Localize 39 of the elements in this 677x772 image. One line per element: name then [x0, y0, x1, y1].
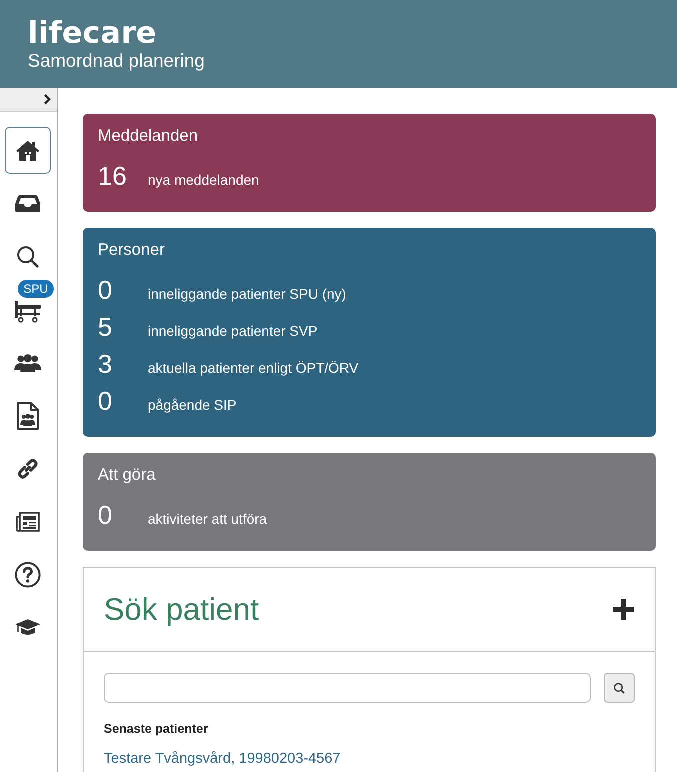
- search-icon: [614, 682, 625, 694]
- ward-badge: SPU: [18, 280, 54, 298]
- count-label: nya meddelanden: [148, 171, 260, 190]
- app-logo: lifecare: [28, 19, 157, 49]
- sidebar-item[interactable]: SPU: [5, 279, 55, 336]
- search-icon: [17, 246, 39, 268]
- count-label: pågående SIP: [148, 396, 237, 415]
- app-subtitle: Samordnad planering: [28, 49, 205, 73]
- plus-icon[interactable]: [613, 599, 634, 620]
- sidebar-item[interactable]: [5, 127, 51, 174]
- patient-link[interactable]: Testare Tvångsvård, 19980203-4567: [104, 750, 341, 768]
- document-people-icon: [17, 402, 39, 430]
- count-label: inneliggande patienter SPU (ny): [148, 285, 346, 304]
- sidebar-toggle[interactable]: [0, 88, 57, 112]
- count-label: aktuella patienter enligt ÖPT/ÖRV: [148, 359, 359, 378]
- count-value: 0: [98, 385, 114, 418]
- people-icon: [14, 354, 42, 372]
- count-value: 0: [98, 499, 114, 532]
- search-button[interactable]: [604, 673, 635, 703]
- graduation-cap-icon: [15, 619, 41, 636]
- card-title: Att göra: [98, 465, 156, 486]
- help-icon: [15, 562, 41, 588]
- panel-title: Sök patient: [104, 592, 260, 628]
- count-label: aktiviteter att utföra: [148, 510, 268, 529]
- card-title: Personer: [98, 240, 165, 261]
- count-value: 0: [98, 274, 114, 307]
- recent-heading: Senaste patienter: [104, 721, 208, 738]
- chevron-right-icon: [44, 94, 51, 105]
- count-value: 16: [98, 160, 128, 193]
- count-label: inneliggande patienter SVP: [148, 322, 318, 341]
- count-value: 3: [98, 348, 114, 381]
- link-icon: [16, 456, 40, 480]
- bed-icon: [15, 301, 41, 323]
- card-title: Meddelanden: [98, 126, 198, 147]
- count-value: 5: [98, 311, 114, 344]
- tray-icon: [15, 194, 41, 212]
- search-field[interactable]: [104, 673, 591, 703]
- newspaper-icon: [16, 512, 40, 532]
- home-icon: [16, 140, 40, 162]
